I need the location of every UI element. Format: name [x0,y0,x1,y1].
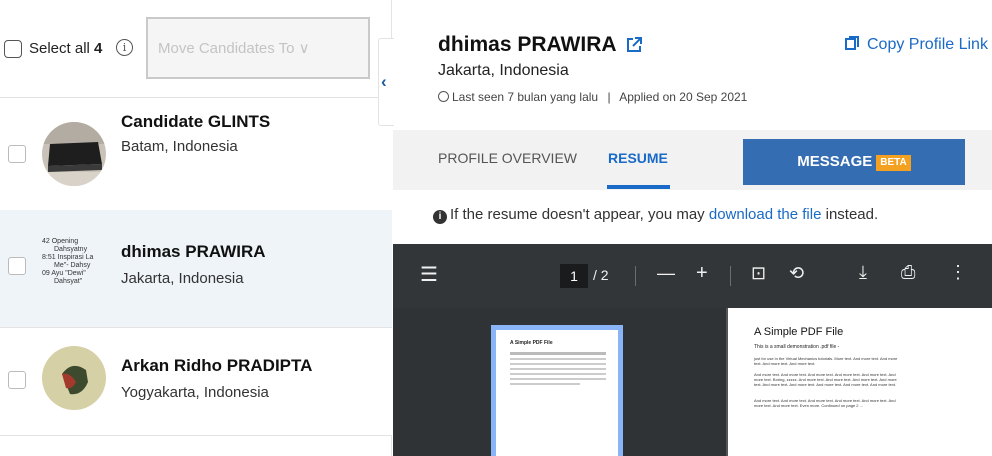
pdf-page: A Simple PDF File This is a small demons… [728,308,992,456]
external-link-icon[interactable] [625,36,643,54]
candidate-name[interactable]: Arkan Ridho PRADIPTA [121,356,312,376]
candidate-list-panel: Select all 4 i Move Candidates To ∨ Cand… [0,0,392,456]
tab-resume[interactable]: RESUME [608,150,668,166]
zoom-in-icon[interactable]: + [696,262,708,285]
list-toolbar: Select all 4 i Move Candidates To ∨ [0,0,392,98]
tab-profile-overview[interactable]: PROFILE OVERVIEW [438,150,577,166]
avatar-text-line: Dahsyatny [54,246,88,253]
collapse-panel-button[interactable]: ‹ [378,38,394,126]
thumbnail-line [510,383,580,385]
avatar-text-line: Me"- Dahsy [54,262,91,269]
message-button[interactable]: MESSAGE BETA [743,139,965,185]
thumbnail-line [510,352,606,355]
copy-profile-link[interactable]: Copy Profile Link [845,36,988,54]
pdf-thumbnail-sidebar: A Simple PDF File [393,308,726,456]
thumbnail-page: A Simple PDF File [496,330,618,456]
candidate-detail-panel: dhimas PRAWIRA Jakarta, Indonesia Last s… [393,0,992,456]
candidate-row[interactable]: Candidate GLINTS Batam, Indonesia [0,98,392,216]
page-number-input[interactable]: 1 [560,264,588,288]
active-tab-indicator [607,185,670,189]
candidate-location: Batam, Indonesia [121,138,238,155]
candidate-name[interactable]: Candidate GLINTS [121,112,270,132]
applied-date: Applied on 20 Sep 2021 [619,90,748,104]
thumbnail-line [510,378,606,380]
candidate-row[interactable]: 42 Opening Dahsyatny 8:51 Inspirasi La M… [0,210,392,328]
candidate-row[interactable]: Arkan Ridho PRADIPTA Yogyakarta, Indones… [0,328,392,436]
select-all-text: Select all [29,40,90,57]
profile-name: dhimas PRAWIRA [438,33,617,56]
pdf-page-subtitle: This is a small demonstration .pdf file … [754,344,840,350]
profile-location: Jakarta, Indonesia [438,62,569,79]
clock-icon [438,91,449,102]
profile-meta: Last seen 7 bulan yang lalu | Applied on… [438,90,747,104]
select-all-label[interactable]: Select all 4 [29,40,102,57]
pdf-page-title: A Simple PDF File [754,326,844,338]
thumbnail-title: A Simple PDF File [510,340,553,346]
candidate-checkbox[interactable] [8,371,26,389]
avatar-text-line: 8:51 Inspirasi La [42,254,94,261]
candidate-location: Jakarta, Indonesia [121,270,244,287]
copy-profile-link-label: Copy Profile Link [867,36,988,53]
candidate-location: Yogyakarta, Indonesia [121,384,269,401]
more-options-icon[interactable]: ⋮ [949,262,967,283]
print-icon[interactable]: ⎙ [901,262,915,283]
notice-text: If the resume doesn't appear, you may [450,206,705,223]
download-icon[interactable]: ⤓ [859,262,867,283]
page-thumbnail[interactable]: A Simple PDF File [491,325,623,456]
avatar-text-line: 42 Opening [42,238,79,245]
download-file-link[interactable]: download the file [709,206,822,223]
pdf-viewer: A Simple PDF File A Simple PDF File This… [393,308,992,456]
candidate-checkbox[interactable] [8,145,26,163]
meta-divider: | [607,90,611,104]
move-candidates-dropdown[interactable]: Move Candidates To ∨ [146,17,370,79]
fit-page-icon[interactable]: ⊡ [751,263,766,284]
resume-notice: i If the resume doesn't appear, you may d… [433,206,878,224]
chevron-left-icon: ‹ [381,72,387,91]
message-button-label: MESSAGE [797,153,873,170]
thumbnail-line [510,358,606,360]
avatar [42,122,106,186]
menu-icon[interactable]: ☰ [420,262,438,287]
copy-icon [845,36,859,50]
info-icon[interactable]: i [116,39,133,56]
notice-text-end: instead. [825,206,879,223]
avatar-text-line: Dahsyat" [54,278,83,285]
thumbnail-line [510,363,606,365]
toolbar-divider [730,266,731,286]
avatar-text: 42 Opening Dahsyatny 8:51 Inspirasi La M… [42,238,106,286]
last-seen-text: Last seen 7 bulan yang lalu [452,90,599,104]
pdf-paragraph: just for use in the Virtual Mechanics tu… [754,356,898,366]
pdf-paragraph: And more text. And more text. And more t… [754,372,897,387]
avatar-text-line: 09 Ayu "Dewi" [42,270,86,277]
move-candidates-placeholder: Move Candidates To ∨ [158,40,310,57]
select-all-checkbox[interactable] [4,40,22,58]
info-icon: i [433,210,447,224]
thumbnail-line [510,373,606,375]
candidate-name[interactable]: dhimas PRAWIRA [121,242,266,262]
select-all-count: 4 [94,40,103,57]
avatar [42,346,106,410]
page-total: / 2 [593,267,609,283]
avatar: 42 Opening Dahsyatny 8:51 Inspirasi La M… [42,234,106,298]
pdf-toolbar: ☰ 1 / 2 — + ⊡ ⟲ ⤓ ⎙ ⋮ [393,244,992,308]
zoom-out-icon[interactable]: — [657,263,675,284]
toolbar-divider [635,266,636,286]
profile-tabs: PROFILE OVERVIEW RESUME MESSAGE BETA [393,130,992,190]
beta-badge: BETA [876,155,911,171]
thumbnail-line [510,368,606,370]
pdf-paragraph: And more text. And more text. And more t… [754,398,896,408]
rotate-icon[interactable]: ⟲ [789,263,804,284]
candidate-checkbox[interactable] [8,257,26,275]
